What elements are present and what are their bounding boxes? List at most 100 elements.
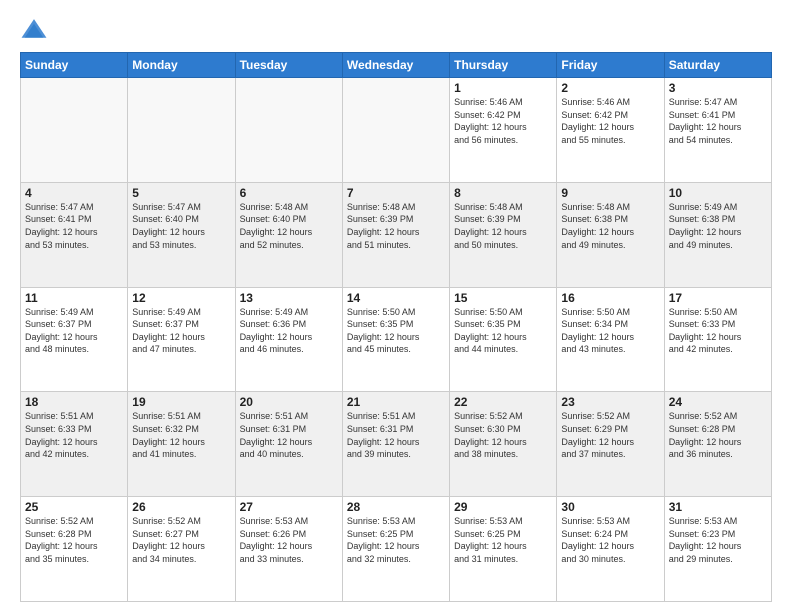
day-info: Sunrise: 5:53 AM Sunset: 6:26 PM Dayligh… (240, 515, 338, 565)
day-info: Sunrise: 5:52 AM Sunset: 6:29 PM Dayligh… (561, 410, 659, 460)
weekday-monday: Monday (128, 53, 235, 78)
day-number: 21 (347, 395, 445, 409)
day-number: 29 (454, 500, 552, 514)
calendar-cell: 12Sunrise: 5:49 AM Sunset: 6:37 PM Dayli… (128, 287, 235, 392)
calendar-cell (342, 78, 449, 183)
day-info: Sunrise: 5:51 AM Sunset: 6:32 PM Dayligh… (132, 410, 230, 460)
calendar-cell: 31Sunrise: 5:53 AM Sunset: 6:23 PM Dayli… (664, 497, 771, 602)
week-row-3: 11 Sunrise: 5:49 AM Sunset: 6:37 PM Dayli… (21, 287, 772, 392)
calendar-cell: 26Sunrise: 5:52 AM Sunset: 6:27 PM Dayli… (128, 497, 235, 602)
calendar-cell: 6Sunrise: 5:48 AM Sunset: 6:40 PM Daylig… (235, 182, 342, 287)
day-number: 28 (347, 500, 445, 514)
day-number: 25 (25, 500, 123, 514)
calendar-cell: 24Sunrise: 5:52 AM Sunset: 6:28 PM Dayli… (664, 392, 771, 497)
calendar-cell: 14Sunrise: 5:50 AM Sunset: 6:35 PM Dayli… (342, 287, 449, 392)
weekday-friday: Friday (557, 53, 664, 78)
day-number: 26 (132, 500, 230, 514)
day-number: 20 (240, 395, 338, 409)
weekday-saturday: Saturday (664, 53, 771, 78)
day-info: Sunrise: 5:51 AM Sunset: 6:31 PM Dayligh… (347, 410, 445, 460)
day-info: Sunrise: 5:48 AM Sunset: 6:39 PM Dayligh… (347, 201, 445, 251)
calendar-cell: 4Sunrise: 5:47 AM Sunset: 6:41 PM Daylig… (21, 182, 128, 287)
calendar-cell: 13Sunrise: 5:49 AM Sunset: 6:36 PM Dayli… (235, 287, 342, 392)
calendar-cell: 30Sunrise: 5:53 AM Sunset: 6:24 PM Dayli… (557, 497, 664, 602)
calendar-cell: 29Sunrise: 5:53 AM Sunset: 6:25 PM Dayli… (450, 497, 557, 602)
calendar-cell: 9Sunrise: 5:48 AM Sunset: 6:38 PM Daylig… (557, 182, 664, 287)
calendar-cell: 22Sunrise: 5:52 AM Sunset: 6:30 PM Dayli… (450, 392, 557, 497)
calendar-cell: 11Sunrise: 5:49 AM Sunset: 6:37 PM Dayli… (21, 287, 128, 392)
day-info: Sunrise: 5:53 AM Sunset: 6:25 PM Dayligh… (454, 515, 552, 565)
day-info: Sunrise: 5:49 AM Sunset: 6:38 PM Dayligh… (669, 201, 767, 251)
day-number: 31 (669, 500, 767, 514)
calendar-cell: 15Sunrise: 5:50 AM Sunset: 6:35 PM Dayli… (450, 287, 557, 392)
day-number: 2 (561, 81, 659, 95)
day-info: Sunrise: 5:50 AM Sunset: 6:35 PM Dayligh… (454, 306, 552, 356)
logo-icon (20, 16, 48, 44)
calendar-cell: 18Sunrise: 5:51 AM Sunset: 6:33 PM Dayli… (21, 392, 128, 497)
weekday-sunday: Sunday (21, 53, 128, 78)
day-number: 12 (132, 291, 230, 305)
page: SundayMondayTuesdayWednesdayThursdayFrid… (0, 0, 792, 612)
day-number: 6 (240, 186, 338, 200)
calendar-cell: 3Sunrise: 5:47 AM Sunset: 6:41 PM Daylig… (664, 78, 771, 183)
day-info: Sunrise: 5:46 AM Sunset: 6:42 PM Dayligh… (561, 96, 659, 146)
day-info: Sunrise: 5:49 AM Sunset: 6:37 PM Dayligh… (132, 306, 230, 356)
logo (20, 16, 52, 44)
day-number: 19 (132, 395, 230, 409)
day-info: Sunrise: 5:50 AM Sunset: 6:35 PM Dayligh… (347, 306, 445, 356)
day-number: 13 (240, 291, 338, 305)
day-number: 1 (454, 81, 552, 95)
day-number: 3 (669, 81, 767, 95)
day-info: Sunrise: 5:53 AM Sunset: 6:25 PM Dayligh… (347, 515, 445, 565)
day-number: 23 (561, 395, 659, 409)
day-number: 7 (347, 186, 445, 200)
day-info: Sunrise: 5:50 AM Sunset: 6:34 PM Dayligh… (561, 306, 659, 356)
calendar-cell: 28Sunrise: 5:53 AM Sunset: 6:25 PM Dayli… (342, 497, 449, 602)
day-info: Sunrise: 5:48 AM Sunset: 6:40 PM Dayligh… (240, 201, 338, 251)
week-row-1: 1Sunrise: 5:46 AM Sunset: 6:42 PM Daylig… (21, 78, 772, 183)
day-number: 17 (669, 291, 767, 305)
calendar-cell: 16Sunrise: 5:50 AM Sunset: 6:34 PM Dayli… (557, 287, 664, 392)
calendar-cell (235, 78, 342, 183)
weekday-header-row: SundayMondayTuesdayWednesdayThursdayFrid… (21, 53, 772, 78)
calendar-cell: 23Sunrise: 5:52 AM Sunset: 6:29 PM Dayli… (557, 392, 664, 497)
calendar-cell (128, 78, 235, 183)
weekday-thursday: Thursday (450, 53, 557, 78)
day-info: Sunrise: 5:49 AM Sunset: 6:36 PM Dayligh… (240, 306, 338, 356)
calendar-cell: 2Sunrise: 5:46 AM Sunset: 6:42 PM Daylig… (557, 78, 664, 183)
week-row-4: 18Sunrise: 5:51 AM Sunset: 6:33 PM Dayli… (21, 392, 772, 497)
day-number: 14 (347, 291, 445, 305)
day-number: 9 (561, 186, 659, 200)
calendar-cell: 19Sunrise: 5:51 AM Sunset: 6:32 PM Dayli… (128, 392, 235, 497)
weekday-tuesday: Tuesday (235, 53, 342, 78)
header (20, 16, 772, 44)
calendar-cell (21, 78, 128, 183)
weekday-wednesday: Wednesday (342, 53, 449, 78)
day-info: Sunrise: 5:47 AM Sunset: 6:41 PM Dayligh… (669, 96, 767, 146)
calendar-cell: 8Sunrise: 5:48 AM Sunset: 6:39 PM Daylig… (450, 182, 557, 287)
day-info: Sunrise: 5:51 AM Sunset: 6:31 PM Dayligh… (240, 410, 338, 460)
calendar-cell: 27Sunrise: 5:53 AM Sunset: 6:26 PM Dayli… (235, 497, 342, 602)
day-info: Sunrise: 5:53 AM Sunset: 6:23 PM Dayligh… (669, 515, 767, 565)
day-info: Sunrise: 5:46 AM Sunset: 6:42 PM Dayligh… (454, 96, 552, 146)
day-number: 11 (25, 291, 123, 305)
day-number: 10 (669, 186, 767, 200)
day-number: 15 (454, 291, 552, 305)
day-number: 22 (454, 395, 552, 409)
calendar-cell: 17Sunrise: 5:50 AM Sunset: 6:33 PM Dayli… (664, 287, 771, 392)
day-info: Sunrise: 5:52 AM Sunset: 6:27 PM Dayligh… (132, 515, 230, 565)
day-number: 4 (25, 186, 123, 200)
day-number: 16 (561, 291, 659, 305)
day-number: 30 (561, 500, 659, 514)
day-number: 5 (132, 186, 230, 200)
day-info: Sunrise: 5:51 AM Sunset: 6:33 PM Dayligh… (25, 410, 123, 460)
day-number: 24 (669, 395, 767, 409)
day-info: Sunrise: 5:52 AM Sunset: 6:28 PM Dayligh… (25, 515, 123, 565)
calendar-cell: 5Sunrise: 5:47 AM Sunset: 6:40 PM Daylig… (128, 182, 235, 287)
week-row-2: 4Sunrise: 5:47 AM Sunset: 6:41 PM Daylig… (21, 182, 772, 287)
day-info: Sunrise: 5:48 AM Sunset: 6:38 PM Dayligh… (561, 201, 659, 251)
day-info: Sunrise: 5:47 AM Sunset: 6:40 PM Dayligh… (132, 201, 230, 251)
calendar-cell: 20Sunrise: 5:51 AM Sunset: 6:31 PM Dayli… (235, 392, 342, 497)
calendar-cell: 1Sunrise: 5:46 AM Sunset: 6:42 PM Daylig… (450, 78, 557, 183)
calendar-cell: 7Sunrise: 5:48 AM Sunset: 6:39 PM Daylig… (342, 182, 449, 287)
